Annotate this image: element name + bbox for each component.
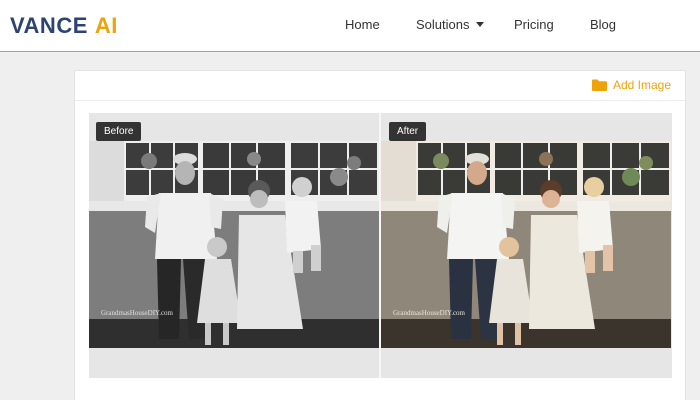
after-tag: After <box>389 122 427 141</box>
after-watermark: GrandmasHouseDIY.com <box>393 309 466 317</box>
before-after-comparison: Before GrandmasHouseDIY.com After Grandm… <box>89 113 672 378</box>
nav-home-link[interactable]: Home <box>345 17 380 33</box>
after-pane: After GrandmasHouseDIY.com <box>381 113 671 378</box>
add-image-label: Add Image <box>612 78 671 92</box>
before-photo: GrandmasHouseDIY.com <box>89 141 379 348</box>
after-photo: GrandmasHouseDIY.com <box>381 141 671 348</box>
chevron-down-icon <box>476 22 485 27</box>
site-header: VANCE AI Home Solutions Pricing Blog <box>0 0 700 52</box>
folder-icon <box>591 79 607 91</box>
nav-pricing-link[interactable]: Pricing <box>514 17 554 33</box>
panel-divider <box>75 100 685 101</box>
vance-ai-logo[interactable]: VANCE AI <box>10 13 118 39</box>
logo-accent-text: AI <box>94 13 118 38</box>
nav-solutions-label: Solutions <box>416 17 470 32</box>
before-watermark: GrandmasHouseDIY.com <box>101 309 174 317</box>
editor-panel: Add Image Before GrandmasHouseDIY.com Af… <box>74 70 686 400</box>
before-pane: Before GrandmasHouseDIY.com <box>89 113 379 378</box>
logo-main-text: VANCE <box>10 13 88 38</box>
before-tag: Before <box>96 122 142 141</box>
nav-solutions-menu[interactable]: Solutions <box>416 17 485 33</box>
add-image-button[interactable]: Add Image <box>591 78 671 92</box>
nav-blog-link[interactable]: Blog <box>590 17 616 33</box>
